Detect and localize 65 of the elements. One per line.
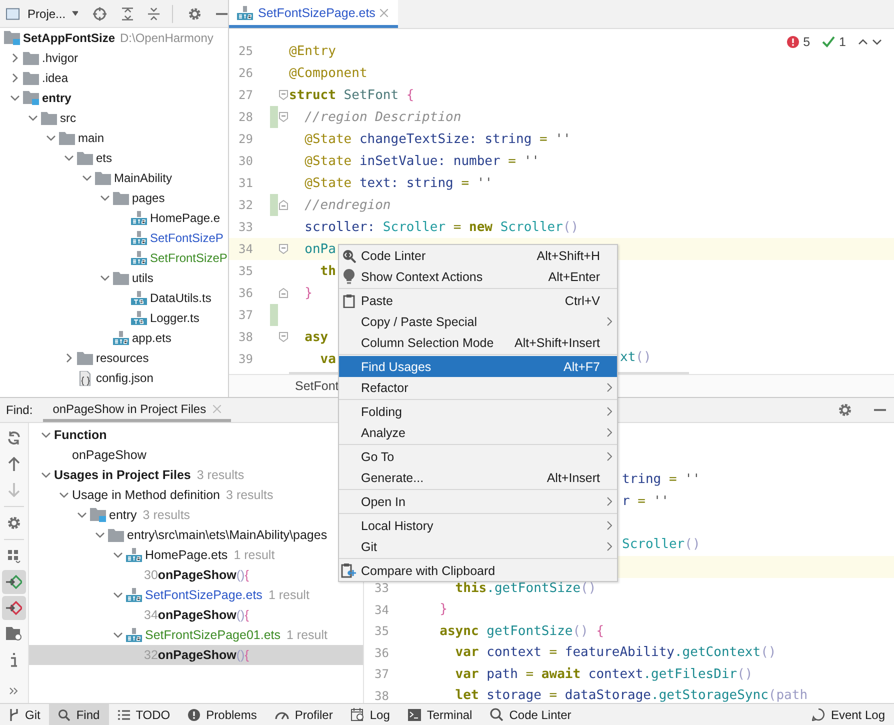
line-number: 36 — [374, 646, 389, 660]
line-number: 34 — [374, 602, 389, 617]
usage-line: 34onPageShow(){ — [144, 608, 249, 622]
result-label: Usages in Project Files — [54, 468, 191, 482]
code-line: scroller: Scroller = new Scroller() — [304, 220, 579, 234]
code-line: va — [319, 352, 336, 366]
usage-line: 32onPageShow(){ — [144, 648, 249, 662]
line-number: 36 — [238, 286, 253, 300]
code-line: //region Description — [304, 110, 462, 124]
result-count: 3 results — [226, 488, 274, 502]
line-number: 30 — [238, 154, 253, 168]
result-label: Function — [54, 428, 107, 442]
line-number: 33 — [238, 220, 253, 234]
line-number: 31 — [238, 176, 253, 190]
line-number: 27 — [238, 88, 253, 102]
code-line: th — [319, 264, 336, 278]
result-count: 3 results — [142, 508, 190, 522]
panel-label: Find: — [6, 403, 33, 417]
code-line: @Entry — [289, 44, 336, 58]
line-number: 39 — [238, 352, 253, 366]
result-label: onPageShow — [72, 448, 146, 462]
line-number: 28 — [238, 110, 253, 124]
code-line: struct SetFont { — [289, 88, 414, 102]
result-label: HomePage.ets — [145, 548, 228, 562]
result-count: 3 results — [196, 468, 244, 482]
code-line: onPa — [304, 242, 336, 256]
line-number: 29 — [238, 132, 253, 146]
line-number: 35 — [238, 264, 253, 278]
project-path: D:\OpenHarmony — [120, 31, 214, 45]
code-line: this.getFontSize() — [454, 580, 596, 596]
result-count: 1 result — [268, 588, 310, 602]
result-label: SetFontSizePage.ets — [145, 588, 262, 602]
code-line: @State inSetValue: number = '' — [304, 154, 540, 168]
line-number: 32 — [238, 198, 253, 212]
line-number: 34 — [238, 242, 253, 256]
code-line: //endregion — [304, 198, 391, 212]
code-line: var context = featureAbility.getContext() — [454, 645, 776, 660]
line-number: 38 — [374, 688, 389, 703]
usage-line: 30onPageShow(){ — [144, 568, 249, 582]
code-line: @State text: string = '' — [304, 176, 493, 190]
line-number: 26 — [238, 66, 253, 80]
result-label: Usage in Method definition — [72, 488, 220, 502]
code-line: @Component — [289, 66, 368, 80]
code-line: asy — [304, 330, 328, 344]
code-line: } — [304, 286, 312, 300]
line-number: 38 — [238, 330, 253, 344]
code-line: async getFontSize() { — [438, 624, 604, 639]
code-line: Scroller() — [622, 536, 700, 552]
result-label: SetFrontSizePage01.ets — [145, 628, 280, 642]
code-line: tring = '' — [622, 472, 700, 487]
line-number: 25 — [238, 44, 253, 58]
line-number: 37 — [238, 308, 253, 322]
result-label: entry — [109, 508, 137, 522]
result-count: 1 result — [234, 548, 275, 562]
result-count: 1 result — [286, 628, 328, 642]
line-number: 35 — [374, 624, 389, 638]
result-label: entry\src\main\ets\MainAbility\pages — [127, 528, 328, 542]
code-line: @State changeTextSize: string = '' — [304, 132, 571, 146]
code-line: r = '' — [622, 494, 669, 508]
code-line: var path = await context.getFilesDir() — [454, 666, 753, 682]
code-line: } — [438, 602, 448, 618]
code-line: xt() — [620, 350, 652, 365]
line-number: 37 — [374, 667, 389, 682]
line-number: 33 — [374, 581, 389, 596]
code-line: let storage = dataStorage.getStorageSync(path — [454, 688, 808, 704]
